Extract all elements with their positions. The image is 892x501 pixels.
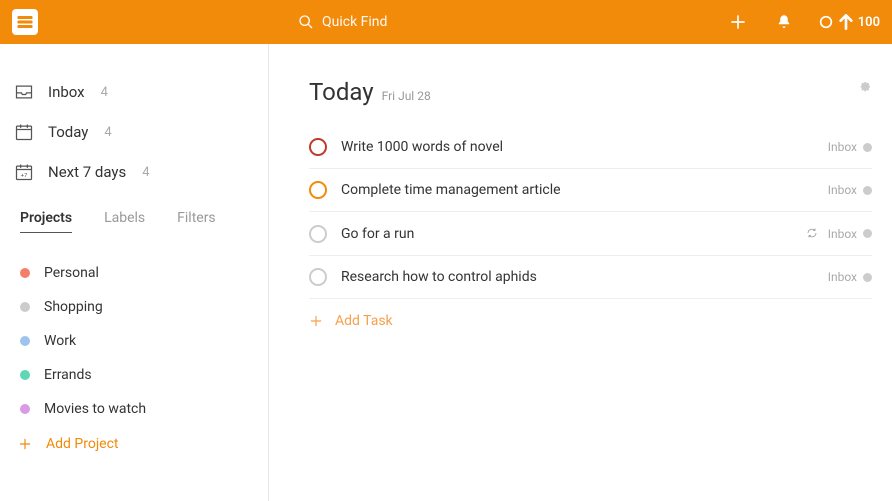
task-project-label: Inbox [828, 183, 857, 197]
nav-label: Today [48, 123, 88, 141]
karma-button[interactable]: 100 [818, 14, 880, 30]
project-item[interactable]: Personal [0, 256, 268, 290]
task-title: Complete time management article [341, 182, 828, 198]
add-project-label: Add Project [46, 436, 119, 452]
topbar: Quick Find 100 [0, 0, 892, 44]
project-label: Personal [44, 265, 99, 281]
project-item[interactable]: Errands [0, 358, 268, 392]
nav-count: 4 [104, 125, 111, 140]
task-project-label: Inbox [828, 140, 857, 154]
nav-today[interactable]: Today 4 [0, 112, 268, 152]
task-title: Research how to control aphids [341, 269, 828, 285]
nav-label: Next 7 days [48, 163, 126, 181]
nav-next7days[interactable]: +7 Next 7 days 4 [0, 152, 268, 192]
todoist-logo-icon [16, 13, 34, 31]
add-button[interactable] [722, 13, 754, 31]
project-item[interactable]: Shopping [0, 290, 268, 324]
task-project-label: Inbox [828, 227, 857, 241]
task-checkbox[interactable] [309, 138, 327, 156]
tab-filters[interactable]: Filters [177, 210, 216, 233]
task-checkbox[interactable] [309, 225, 327, 243]
notifications-button[interactable] [768, 13, 800, 31]
quick-find[interactable]: Quick Find [298, 14, 387, 30]
add-task-label: Add Task [335, 313, 393, 329]
app-logo[interactable] [12, 9, 38, 35]
gear-icon [856, 78, 872, 94]
plus-icon [309, 314, 323, 328]
add-project-button[interactable]: Add Project [0, 426, 268, 462]
project-label: Work [44, 333, 76, 349]
project-item[interactable]: Movies to watch [0, 392, 268, 426]
add-task-button[interactable]: Add Task [309, 299, 872, 343]
tab-labels[interactable]: Labels [104, 210, 145, 233]
project-list: Personal Shopping Work Errands Movies to… [0, 242, 268, 476]
task-row[interactable]: Research how to control aphids Inbox [309, 256, 872, 299]
project-color-dot [20, 302, 30, 312]
search-icon [298, 14, 314, 30]
project-label: Movies to watch [44, 401, 146, 417]
karma-score: 100 [858, 15, 880, 30]
page-heading: Today Fri Jul 28 [309, 78, 872, 106]
project-label: Shopping [44, 299, 103, 315]
project-color-dot [20, 404, 30, 414]
task-project-label: Inbox [828, 270, 857, 284]
svg-text:+7: +7 [21, 173, 28, 179]
task-project-dot [863, 186, 872, 195]
project-color-dot [20, 268, 30, 278]
task-project-dot [863, 229, 872, 238]
nav-inbox[interactable]: Inbox 4 [0, 72, 268, 112]
page-subtitle: Fri Jul 28 [382, 89, 431, 103]
sidebar-tabs: Projects Labels Filters [0, 192, 268, 242]
nav-count: 4 [101, 85, 108, 100]
page-title: Today [309, 78, 374, 106]
task-project-dot [863, 273, 872, 282]
sidebar: Inbox 4 Today 4 +7 Next 7 days 4 Project… [0, 44, 269, 501]
bell-icon [775, 13, 793, 31]
search-placeholder: Quick Find [322, 14, 387, 30]
task-title: Write 1000 words of novel [341, 139, 828, 155]
project-label: Errands [44, 367, 92, 383]
task-checkbox[interactable] [309, 181, 327, 199]
task-row[interactable]: Go for a run Inbox [309, 212, 872, 256]
project-color-dot [20, 370, 30, 380]
task-row[interactable]: Complete time management article Inbox [309, 169, 872, 212]
arrow-up-icon [838, 14, 854, 30]
inbox-icon [14, 82, 34, 102]
karma-icon [818, 14, 834, 30]
task-row[interactable]: Write 1000 words of novel Inbox [309, 126, 872, 169]
plus-icon [18, 437, 32, 451]
nav-label: Inbox [48, 83, 85, 101]
recurring-icon [806, 224, 818, 243]
project-item[interactable]: Work [0, 324, 268, 358]
task-project-dot [863, 143, 872, 152]
tab-projects[interactable]: Projects [20, 210, 72, 233]
task-title: Go for a run [341, 226, 806, 242]
project-color-dot [20, 336, 30, 346]
plus-icon [729, 13, 747, 31]
task-checkbox[interactable] [309, 268, 327, 286]
view-settings-button[interactable] [856, 78, 872, 98]
nav-count: 4 [142, 165, 149, 180]
calendar-today-icon [14, 122, 34, 142]
calendar-week-icon: +7 [14, 162, 34, 182]
main-content: Today Fri Jul 28 Write 1000 words of nov… [269, 44, 892, 501]
